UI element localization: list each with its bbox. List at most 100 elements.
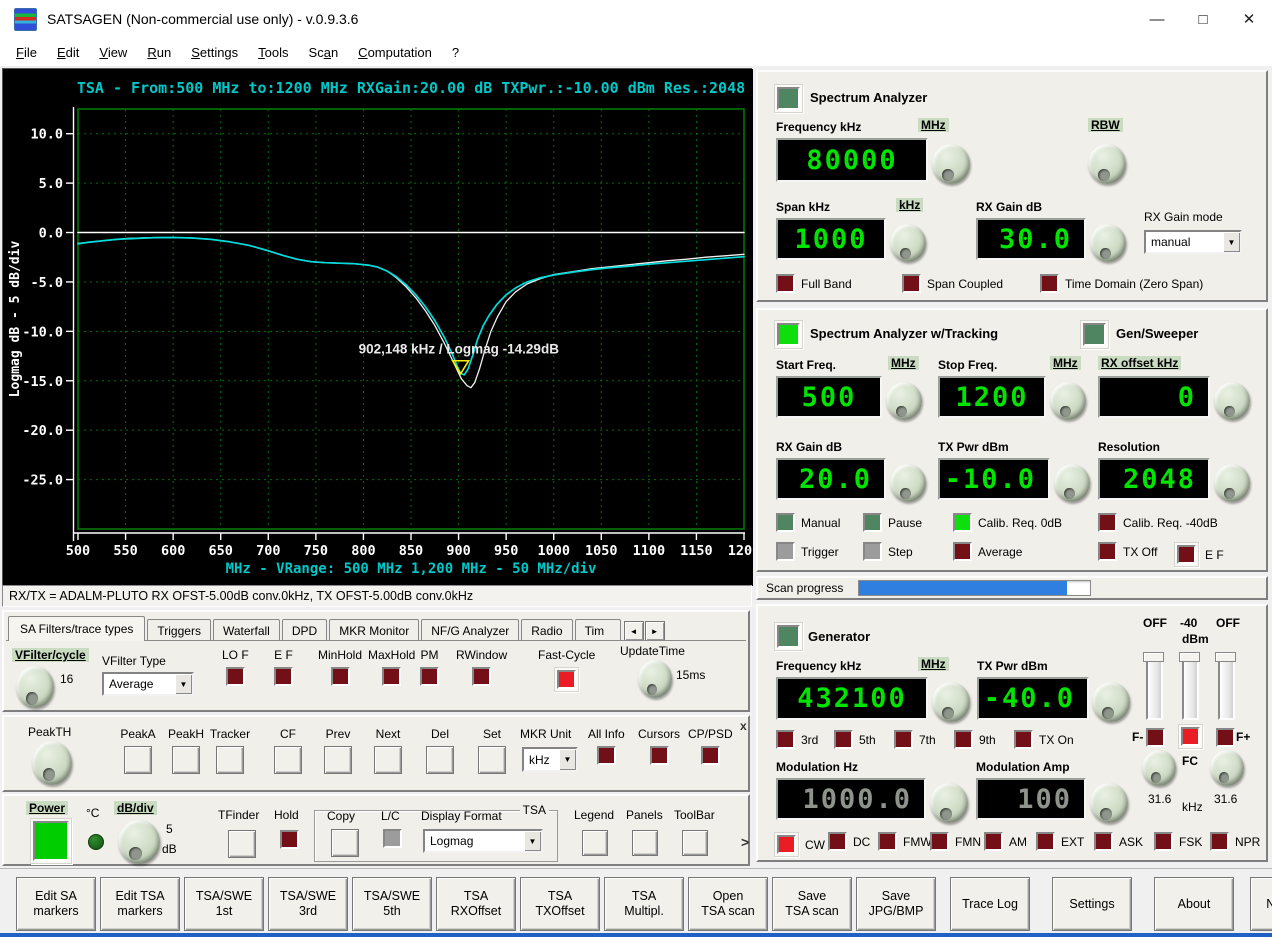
panel-close-icon[interactable]: x (740, 719, 747, 733)
more-arrow-icon[interactable]: > (741, 834, 749, 850)
bottom-button-save-tsa-scan[interactable]: Save TSA scan (772, 877, 852, 931)
tsa-resolution-knob[interactable] (1214, 464, 1250, 502)
tfinder-button[interactable] (228, 830, 256, 858)
gen-mode-fmw-checkbox[interactable] (878, 832, 897, 851)
menu-item-edit[interactable]: Edit (47, 41, 89, 64)
tsa-check-trigger-checkbox[interactable] (776, 542, 795, 561)
gen-frequency-knob[interactable] (932, 682, 970, 722)
bottom-button-tsa-swe-1st[interactable]: TSA/SWE 1st (184, 877, 264, 931)
spectrum-plot-panel[interactable]: TSA - From:500 MHz to:1200 MHz RXGain:20… (2, 68, 760, 586)
tsa-rx-offset-knob[interactable] (1214, 382, 1250, 420)
sa-rbw-knob[interactable] (1088, 144, 1126, 184)
modulation-hz-knob[interactable] (930, 783, 968, 823)
menu-item-help[interactable]: ? (442, 41, 469, 64)
tsa-check-calib-req-0db-checkbox[interactable] (953, 513, 972, 532)
minimize-button[interactable]: — (1134, 0, 1180, 38)
toolbar-button[interactable] (682, 830, 708, 856)
close-button[interactable]: ✕ (1226, 0, 1272, 38)
spectrum-plot[interactable]: TSA - From:500 MHz to:1200 MHz RXGain:20… (3, 69, 760, 586)
bottom-button-trace-log[interactable]: Trace Log (950, 877, 1030, 931)
panels-button[interactable] (632, 830, 658, 856)
menu-item-tools[interactable]: Tools (248, 41, 298, 64)
tab-scroll-left-icon[interactable]: ◄ (623, 621, 644, 641)
bottom-button-tsa-swe-5th[interactable]: TSA/SWE 5th (352, 877, 432, 931)
f-minus-knob[interactable] (1142, 750, 1176, 786)
sa-khz-button[interactable]: kHz (896, 198, 924, 212)
gen-slider-1[interactable] (1182, 654, 1199, 720)
bottom-button-next-[interactable]: Next>>> (1250, 877, 1272, 931)
legend-button[interactable] (582, 830, 608, 856)
fc-checkbox[interactable] (1181, 727, 1200, 746)
tsa-check-step-checkbox[interactable] (863, 542, 882, 561)
modulation-amp-knob[interactable] (1090, 783, 1128, 823)
gen-harmonic-9th-checkbox[interactable] (954, 730, 973, 749)
gen-slider-0[interactable] (1146, 654, 1163, 720)
filter-check-rwindow-checkbox[interactable] (472, 667, 492, 686)
bottom-button-settings[interactable]: Settings (1052, 877, 1132, 931)
marker-check-all-info-checkbox[interactable] (596, 746, 616, 765)
chevron-down-icon[interactable]: ▼ (175, 674, 192, 694)
update-time-knob[interactable] (638, 660, 672, 698)
gen-mode-am-checkbox[interactable] (984, 832, 1003, 851)
bottom-button-about[interactable]: About (1154, 877, 1234, 931)
filter-check-maxhold-checkbox[interactable] (382, 667, 402, 686)
marker-check-cursors-checkbox[interactable] (649, 746, 669, 765)
menu-item-computation[interactable]: Computation (348, 41, 442, 64)
tsa-stop-mhz-button[interactable]: MHz (1050, 356, 1081, 370)
sa-check-time-domain-(zero-span)-checkbox[interactable] (1040, 274, 1059, 293)
bottom-button-edit-tsa-markers[interactable]: Edit TSA markers (100, 877, 180, 931)
gen-slider-thumb-2[interactable] (1215, 652, 1236, 662)
chevron-down-icon[interactable]: ▼ (559, 749, 576, 770)
gen-enable-checkbox[interactable] (777, 625, 800, 648)
sa-check-full-band-checkbox[interactable] (776, 274, 795, 293)
gen-mode-fmn-checkbox[interactable] (930, 832, 949, 851)
f-plus-knob[interactable] (1210, 750, 1244, 786)
dbdiv-knob[interactable] (118, 820, 160, 864)
tsa-check-pause-checkbox[interactable] (863, 513, 882, 532)
tab-triggers[interactable]: Triggers (147, 619, 211, 641)
gen-mode-cw-checkbox[interactable] (777, 835, 796, 854)
tab-mkr-monitor[interactable]: MKR Monitor (329, 619, 420, 641)
sa-rbw-button[interactable]: RBW (1088, 118, 1123, 132)
chevron-down-icon[interactable]: ▼ (524, 831, 541, 851)
marker-button-set[interactable] (478, 746, 506, 774)
tab-radio[interactable]: Radio (521, 619, 573, 641)
tsa-tx-pwr-knob[interactable] (1054, 464, 1090, 502)
sa-rx-gain-knob[interactable] (1090, 224, 1126, 262)
gen-harmonic-7th-checkbox[interactable] (894, 730, 913, 749)
marker-button-cf[interactable] (274, 746, 302, 774)
tsa-rx-gain-knob[interactable] (890, 464, 926, 502)
tsa-check-calib-req-40db-checkbox[interactable] (1098, 513, 1117, 532)
gen-mode-npr-checkbox[interactable] (1210, 832, 1229, 851)
marker-button-next[interactable] (374, 746, 402, 774)
tsa-enable-checkbox[interactable] (777, 323, 800, 346)
marker-button-peakh[interactable] (172, 746, 200, 774)
mkr-unit-select[interactable]: kHz ▼ (522, 747, 578, 772)
menu-item-view[interactable]: View (89, 41, 137, 64)
sa-enable-checkbox[interactable] (777, 87, 800, 110)
gen-mode-fsk-checkbox[interactable] (1154, 832, 1173, 851)
gen-harmonic-3rd-checkbox[interactable] (776, 730, 795, 749)
filter-check-pm-checkbox[interactable] (420, 667, 439, 686)
bottom-button-tsa-txoffset[interactable]: TSA TXOffset (520, 877, 600, 931)
marker-button-del[interactable] (426, 746, 454, 774)
hold-checkbox[interactable] (280, 830, 299, 849)
display-format-select[interactable]: Logmag ▼ (423, 829, 543, 853)
lc-checkbox[interactable] (383, 829, 402, 848)
filter-check-lo-f-checkbox[interactable] (225, 667, 245, 686)
sa-rx-gain-mode-select[interactable]: manual ▼ (1144, 230, 1242, 254)
bottom-button-open-tsa-scan[interactable]: Open TSA scan (688, 877, 768, 931)
gen-slider-2[interactable] (1218, 654, 1235, 720)
marker-button-prev[interactable] (324, 746, 352, 774)
tsa-stop-knob[interactable] (1050, 382, 1086, 420)
tsa-start-mhz-button[interactable]: MHz (888, 356, 919, 370)
gen-mhz-button[interactable]: MHz (918, 657, 949, 671)
vfilter-cycle-knob[interactable] (16, 666, 54, 708)
filter-check-e-f-checkbox[interactable] (274, 667, 293, 686)
gen-slider-thumb-0[interactable] (1143, 652, 1164, 662)
vfilter-type-select[interactable]: Average ▼ (102, 672, 194, 696)
tab-sa-filters-trace-types[interactable]: SA Filters/trace types (8, 616, 146, 641)
marker-check-cp-psd-checkbox[interactable] (700, 746, 720, 765)
tab-waterfall[interactable]: Waterfall (212, 619, 280, 641)
tsa-start-knob[interactable] (886, 382, 922, 420)
